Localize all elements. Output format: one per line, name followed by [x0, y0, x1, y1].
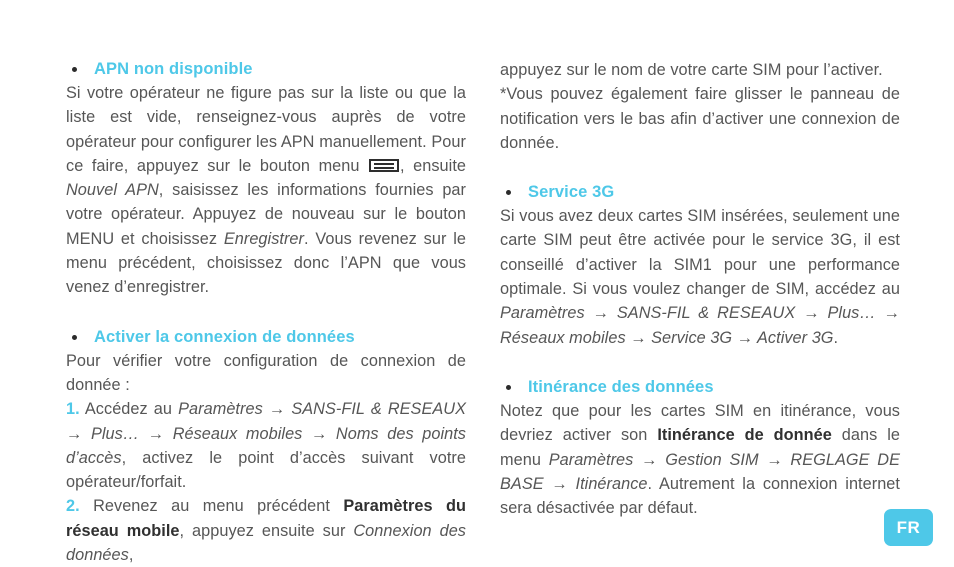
manual-page: APN non disponible Si votre opérateur ne… — [0, 0, 954, 565]
bullet-dot-icon — [72, 334, 77, 340]
bullet-dot-icon — [506, 384, 511, 390]
paragraph-step-1: 1. Accédez au Paramètres → SANS-FIL & RE… — [66, 397, 466, 494]
itinerance-bold-term: Itinérance de donnée — [657, 426, 832, 445]
paragraph-service-3g: Si vous avez deux cartes SIM insérées, s… — [500, 204, 900, 350]
italic-enregistrer: Enregistrer — [223, 229, 305, 248]
menu-button-icon — [369, 158, 400, 172]
heading-itinerance-donnees: Itinérance des données — [500, 376, 900, 398]
paragraph-continuation-line-b: *Vous pouvez également faire glisser le … — [500, 82, 900, 155]
continuation-text-b: *Vous pouvez également faire glisser le … — [500, 85, 900, 152]
language-badge-fr: FR — [884, 509, 933, 546]
paragraph-step-2: 2. Revenez au menu précédent Paramètres … — [66, 494, 466, 567]
heading-service-3g: Service 3G — [500, 181, 900, 203]
heading-activer-connexion: Activer la connexion de données — [66, 326, 466, 348]
step-2-number: 2. — [66, 497, 80, 516]
bullet-dot-icon — [72, 67, 77, 72]
activer-intro-text: Pour vérifier votre configuration de con… — [66, 351, 466, 394]
paragraph-activer-intro: Pour vérifier votre configuration de con… — [66, 349, 466, 398]
paragraph-itinerance: Notez que pour les cartes SIM en itinéra… — [500, 399, 900, 520]
step-2-text-c: , — [128, 546, 134, 565]
heading-label: APN non disponible — [94, 60, 253, 78]
service-3g-text-a: Si vous avez deux cartes SIM insérées, s… — [500, 207, 900, 299]
paragraph-apn: Si votre opérateur ne figure pas sur la … — [66, 81, 466, 300]
step-2-text-a: Revenez au menu précédent — [79, 497, 344, 516]
step-2-text-b: , appuyez ensuite sur — [179, 521, 354, 540]
step-1-number: 1. — [66, 400, 80, 419]
step-1-text-a: Accédez au — [79, 400, 179, 419]
heading-label: Activer la connexion de données — [94, 327, 355, 346]
left-column: APN non disponible Si votre opérateur ne… — [66, 58, 466, 567]
heading-apn-non-disponible: APN non disponible — [66, 58, 466, 80]
right-column: appuyez sur le nom de votre carte SIM po… — [500, 58, 900, 520]
heading-label: Itinérance des données — [528, 377, 714, 396]
apn-text-part2: , ensuite — [400, 156, 467, 175]
heading-label: Service 3G — [528, 183, 615, 202]
paragraph-continuation-line-a: appuyez sur le nom de votre carte SIM po… — [500, 58, 900, 82]
service-3g-text-b: . — [833, 328, 839, 347]
bullet-dot-icon — [506, 190, 511, 196]
continuation-text-a: appuyez sur le nom de votre carte SIM po… — [500, 61, 883, 79]
italic-nouvel-apn: Nouvel APN — [66, 181, 159, 200]
step-1-text-b: , activez le point d’accès suivant votre… — [66, 448, 466, 492]
service-3g-menu-path: Paramètres → SANS-FIL & RESEAUX → Plus… … — [500, 304, 900, 347]
